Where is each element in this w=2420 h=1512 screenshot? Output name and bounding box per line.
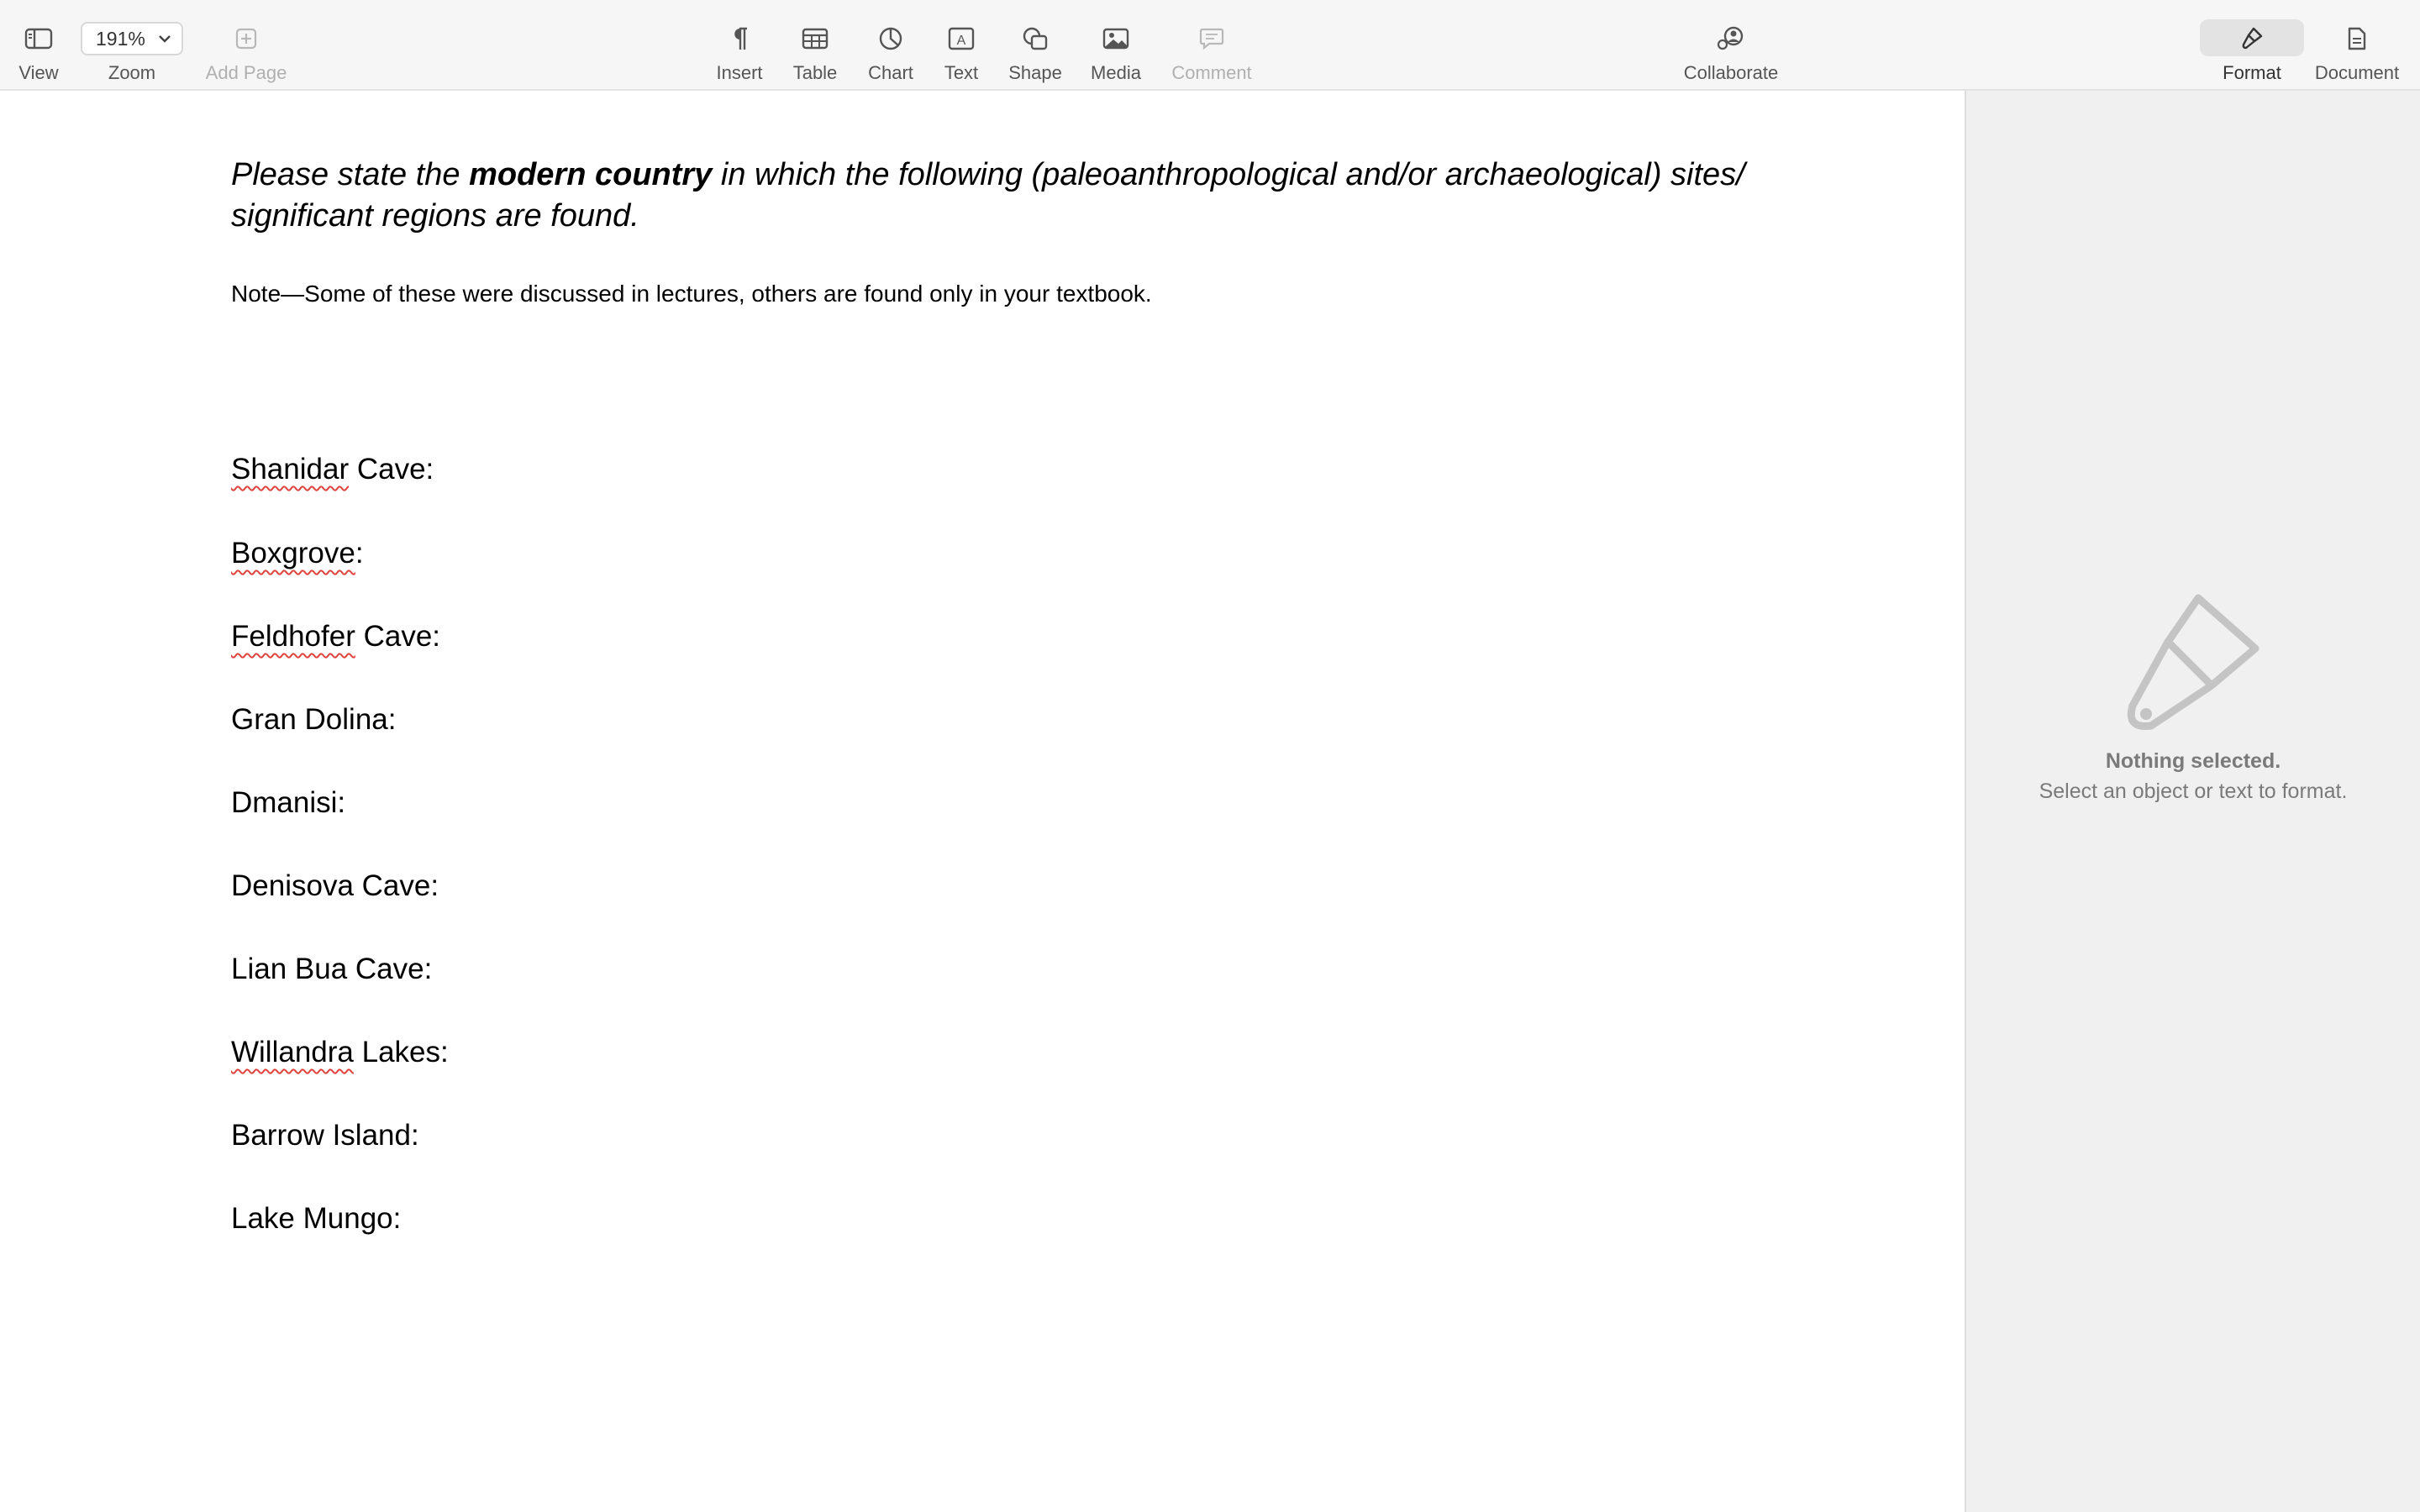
collaborate-icon [1717,26,1745,51]
pilcrow-icon [730,26,749,51]
paintbrush-icon [2121,588,2264,743]
table-button[interactable]: Table [781,0,849,89]
zoom-control[interactable]: 191% Zoom [79,0,185,89]
text-button[interactable]: A Text [928,0,995,89]
document-icon [2347,26,2367,51]
document-button[interactable]: Document [2307,0,2407,89]
emphasis-modern-country: modern country [469,157,713,192]
site-item: Denisova Cave: [231,869,439,902]
shape-icon [1022,26,1049,51]
site-item: Feldhofer Cave: [231,620,441,653]
chevron-down-icon [158,34,171,43]
format-sidebar: Nothing selected. Select an object or te… [1965,91,2420,1512]
document-canvas[interactable]: Please state the modern country in which… [0,91,1965,1512]
svg-text:A: A [957,34,966,48]
format-button[interactable]: Format [2210,0,2294,89]
note-text: Note—Some of these were discussed in lec… [231,281,1152,307]
chart-button[interactable]: Chart [857,0,924,89]
site-item: Gran Dolina: [231,703,397,736]
comment-button[interactable]: Comment [1165,0,1259,89]
site-item: Lian Bua Cave: [231,953,433,985]
toolbar: View 191% Zoom Add Page Insert Table Cha… [0,0,2420,91]
empty-state-subtitle: Select an object or text to format. [2039,780,2348,803]
add-page-button[interactable]: Add Page [198,0,294,89]
table-icon [802,28,829,50]
photo-icon [1102,28,1129,50]
paintbrush-icon [2240,26,2264,51]
comment-icon [1199,27,1224,50]
zoom-value: 191% [96,27,145,50]
site-item: Willandra Lakes: [231,1036,449,1068]
insert-button[interactable]: Insert [706,0,773,89]
collaborate-button[interactable]: Collaborate [1672,0,1790,89]
site-item: Shanidar Cave: [231,453,434,486]
site-item: Barrow Island: [231,1119,419,1152]
empty-state-title: Nothing selected. [2105,749,2281,773]
sidebar-toggle-icon [24,28,53,50]
site-item: Boxgrove: [231,537,364,570]
site-item: Dmanisi: [231,786,346,819]
media-button[interactable]: Media [1082,0,1150,89]
zoom-select[interactable]: 191% [81,22,183,55]
site-item: Lake Mungo: [231,1202,402,1235]
add-page-icon [234,27,258,50]
instruction-heading: Please state the modern country in which… [231,157,1745,234]
text-box-icon: A [948,27,975,50]
view-button[interactable]: View [8,0,69,89]
shape-button[interactable]: Shape [1001,0,1070,89]
pie-chart-icon [878,26,903,51]
